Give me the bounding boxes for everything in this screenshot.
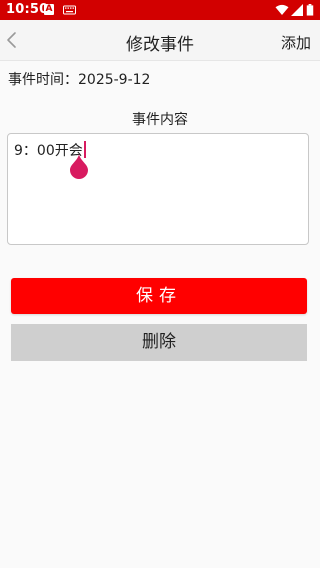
page-title: 修改事件: [126, 35, 194, 55]
signal-icon: [291, 4, 303, 16]
keyboard-icon: [63, 5, 76, 15]
event-time-label: 事件时间：: [8, 72, 78, 88]
save-button[interactable]: 保存: [11, 278, 307, 314]
event-time: 事件时间：2025-9-12: [8, 69, 150, 89]
add-button[interactable]: 添加: [281, 32, 311, 53]
status-bar: 10:50 A: [0, 0, 320, 20]
event-content-input[interactable]: 9：00开会: [7, 133, 309, 245]
battery-icon: [306, 4, 314, 16]
event-date: 2025-9-12: [78, 72, 151, 88]
delete-button[interactable]: 删除: [11, 324, 307, 361]
event-content-label: 事件内容: [132, 112, 188, 128]
cursor-handle-icon[interactable]: [69, 152, 89, 180]
accessibility-a-icon: A: [44, 4, 54, 15]
status-time: 10:50: [6, 2, 49, 17]
chevron-left-icon[interactable]: [4, 28, 20, 52]
wifi-icon: [275, 4, 289, 15]
app-bar: 修改事件 添加: [0, 20, 320, 61]
